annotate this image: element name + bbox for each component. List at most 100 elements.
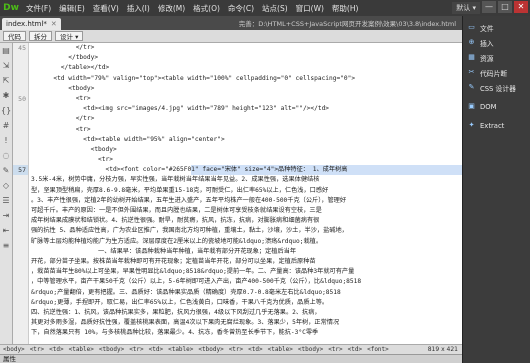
tag-selector-item[interactable]: <tr> <box>229 346 243 353</box>
minimize-button[interactable]: — <box>482 1 496 13</box>
code-line[interactable]: &rdquo;更薄，手捏即开，取仁易，出仁率65%以上，仁色浅黄白，口味香，干果… <box>31 298 462 308</box>
code-line[interactable]: <td><table width="95%" align="center"> <box>31 135 462 145</box>
format-source-icon[interactable]: ≡ <box>1 241 11 251</box>
tag-selector-item[interactable]: <td> <box>248 346 262 353</box>
line-number <box>13 328 28 338</box>
panel-css-designer-label: CSS 设计器 <box>480 84 516 93</box>
panel-snippets[interactable]: ✂ 代码片断 <box>463 65 530 80</box>
menu-format[interactable]: 格式(O) <box>189 3 224 14</box>
code-line[interactable]: 可超千斤。丰产的原因：一是不但外围结果，而且内膛也结果，二是树体可享受枝条就结果… <box>31 206 462 216</box>
menu-modify[interactable]: 修改(M) <box>154 3 189 14</box>
menu-view[interactable]: 查看(V) <box>89 3 123 14</box>
split-view-button[interactable]: 拆分 <box>29 31 52 41</box>
menu-window[interactable]: 窗口(W) <box>292 3 328 14</box>
tag-selector-item[interactable]: <tbody> <box>198 346 223 353</box>
code-line[interactable]: </table></td> <box>31 63 462 73</box>
code-line[interactable]: ，中等管理水平，亩产干果50千克（公斤）以上，5-6年树即可进入产出，亩产400… <box>31 277 462 287</box>
tag-selector-item[interactable]: <tr> <box>129 346 143 353</box>
code-line[interactable]: 型，坚果顶型稍扁，壳厚8.6-9.8毫米，平均单果重15-18克，可耐受仁，出仁… <box>31 186 462 196</box>
code-line[interactable]: <tbody> <box>31 84 462 94</box>
code-lines[interactable]: </tr> </tbody> </table></td> <td width="… <box>31 43 462 338</box>
tag-selector-item[interactable]: <tbody> <box>99 346 124 353</box>
code-view-button[interactable]: 代码 <box>3 31 26 41</box>
wrap-tag-icon[interactable]: ◇ <box>1 181 11 191</box>
tag-selector-item[interactable]: <table> <box>268 346 293 353</box>
code-line[interactable]: <tr> <box>31 125 462 135</box>
line-number <box>13 186 28 196</box>
menu-edit[interactable]: 编辑(E) <box>55 3 89 14</box>
workspace-switcher[interactable]: 默认 ▾ <box>452 2 480 14</box>
line-number <box>13 145 28 155</box>
code-line[interactable]: 四、抗逆性强：1、抗风，该品种抗果实多，果粒肥，抗风力很强，4级以下风刮过几乎无… <box>31 308 462 318</box>
tag-selector-item[interactable]: <td> <box>49 346 63 353</box>
code-line[interactable]: 一、结果早：该品种栽种当年种植，当年栽有部分开花现象；定植后当年 <box>31 247 462 257</box>
code-line[interactable]: </tbody> <box>31 53 462 63</box>
line-numbers-icon[interactable]: # <box>1 121 11 131</box>
design-view-button[interactable]: 设计 ▾ <box>55 31 84 41</box>
tag-selector-item[interactable]: <td> <box>149 346 163 353</box>
window-controls: — □ ✕ <box>482 1 528 13</box>
panel-css-designer[interactable]: ✎ CSS 设计器 <box>463 80 530 95</box>
code-line[interactable]: 强的抗性 5、品种适应性高，广为农业区推广，我国南北方均可种植，重壤土，黏土，沙… <box>31 226 462 236</box>
remove-comment-icon[interactable]: ✎ <box>1 166 11 176</box>
open-documents-icon[interactable]: ▤ <box>1 46 11 56</box>
window-size-readout[interactable]: 819 x 421 <box>428 346 458 353</box>
code-line[interactable]: <tr> <box>31 94 462 104</box>
code-editor[interactable]: 45 50 57 </tr> </tbody> </table></td> <td … <box>13 43 462 344</box>
select-parent-icon[interactable]: ✱ <box>1 91 11 101</box>
code-line[interactable]: 旷脉等土层均能种植均能广为生方适应。深层厚度在2厘米以上的瓷坡地可能&ldquo… <box>31 237 462 247</box>
line-number <box>13 84 28 94</box>
panel-insert[interactable]: ⊕ 插入 <box>463 35 530 50</box>
code-line[interactable]: 3.5米-4米，树势中庸，分枝力强，早实性强，当年栽树当年结果当年见益。2、成果… <box>31 175 462 185</box>
tag-selector-item[interactable]: <tr> <box>328 346 342 353</box>
code-line[interactable]: 。3、丰产性很强，定植2年的幼树开始结果，五年生进入盛产，五年平均株产一般在40… <box>31 196 462 206</box>
code-line[interactable]: 开花，部分苗子坐果。按株苗当年栽种即可有开花现象；定植苗当年开花，部分可以坐果，… <box>31 257 462 267</box>
code-line[interactable]: <tr> <box>31 155 462 165</box>
code-line[interactable]: </tr> <box>31 114 462 124</box>
code-line[interactable]: </tr> <box>31 43 462 53</box>
outdent-icon[interactable]: ⇤ <box>1 226 11 236</box>
line-number <box>13 104 28 114</box>
line-number <box>13 53 28 63</box>
panel-assets-label: 资源 <box>480 54 494 63</box>
code-line[interactable]: <tbody> <box>31 145 462 155</box>
expand-all-icon[interactable]: ⇱ <box>1 76 11 86</box>
document-tab[interactable]: index.html* ✕ <box>2 18 61 30</box>
code-line[interactable]: &rdquo;产量翻倍，更有把握。三、品质好：该品种果实品质（精确度）壳厚0.7… <box>31 288 462 298</box>
tag-selector-item[interactable]: <table> <box>69 346 94 353</box>
menu-file[interactable]: 文件(F) <box>22 3 55 14</box>
code-line[interactable]: 下，自然落果只有 10%，与多核桃品种比较，落果最少。4、抗冻，香冬曾热至长季节… <box>31 328 462 338</box>
code-line[interactable]: 其更对多雨多湿，品质好抗性强，覆盖核桃果表面，高温4次以下果肉无腐烂现象。3、落… <box>31 318 462 328</box>
close-button[interactable]: ✕ <box>514 1 528 13</box>
tag-selector-item[interactable]: <font> <box>367 346 389 353</box>
code-line[interactable]: ，栽苗苗当年生80%以上可坐果，早果性明显比&ldquo;8518&rdquo;… <box>31 267 462 277</box>
highlight-invalid-icon[interactable]: ! <box>1 136 11 146</box>
panel-extract[interactable]: ✦ Extract <box>463 118 530 133</box>
line-number: 50 <box>18 94 26 103</box>
collapse-tag-icon[interactable]: ⇲ <box>1 61 11 71</box>
panel-assets[interactable]: ▦ 资源 <box>463 50 530 65</box>
code-line[interactable]: <td width="79%" valign="top"><table widt… <box>31 74 462 84</box>
apply-comment-icon[interactable]: ◌ <box>1 151 11 161</box>
code-line[interactable]: <td><font color="#265F01" face="宋体" size… <box>31 165 462 176</box>
menu-site[interactable]: 站点(S) <box>258 3 292 14</box>
balance-braces-icon[interactable]: {} <box>1 106 11 116</box>
code-line[interactable]: 成年树结果成膜状和结锁状。4、抗逆性很强。耐旱，耐贫瘠，抗风，抗冻，抗病，对膨胀… <box>31 216 462 226</box>
menu-help[interactable]: 帮助(H) <box>328 3 363 14</box>
tag-selector-list: <body> <tr> <td> <table> <tbody> <tr> <td> <tab… <box>3 346 389 353</box>
properties-panel-header[interactable]: 属性 <box>0 354 462 363</box>
menu-commands[interactable]: 命令(C) <box>224 3 258 14</box>
code-line[interactable]: <td><img src="images/4.jpg" width="789" … <box>31 104 462 114</box>
tab-close-icon[interactable]: ✕ <box>51 20 57 28</box>
recent-snippets-icon[interactable]: ☰ <box>1 196 11 206</box>
indent-icon[interactable]: ⇥ <box>1 211 11 221</box>
tag-selector-item[interactable]: <table> <box>168 346 193 353</box>
panel-dom[interactable]: ▣ DOM <box>463 99 530 114</box>
maximize-button[interactable]: □ <box>498 1 512 13</box>
menu-insert[interactable]: 插入(I) <box>123 3 154 14</box>
tag-selector-item[interactable]: <td> <box>348 346 362 353</box>
tag-selector-item[interactable]: <body> <box>3 346 25 353</box>
tag-selector-item[interactable]: <tr> <box>30 346 44 353</box>
panel-files[interactable]: ▭ 文件 <box>463 20 530 35</box>
tag-selector-item[interactable]: <tbody> <box>298 346 323 353</box>
